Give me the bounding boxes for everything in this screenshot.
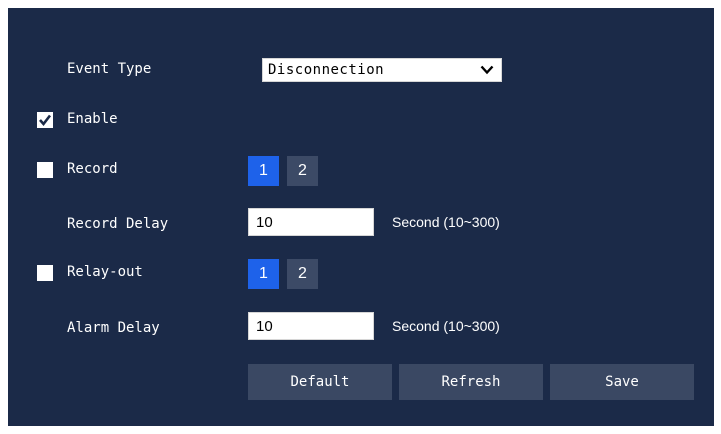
record-delay-label: Record Delay xyxy=(67,216,169,232)
refresh-button[interactable]: Refresh xyxy=(399,364,543,400)
alarm-delay-label: Alarm Delay xyxy=(67,320,160,336)
chevron-down-icon xyxy=(480,65,494,75)
relay-channel-2-button[interactable]: 2 xyxy=(287,259,318,289)
event-type-select[interactable]: Disconnection xyxy=(262,58,502,82)
save-button[interactable]: Save xyxy=(550,364,694,400)
relay-out-checkbox[interactable] xyxy=(37,265,53,281)
alarm-delay-input[interactable] xyxy=(248,312,374,340)
record-channel-1-button[interactable]: 1 xyxy=(248,156,279,186)
event-type-label: Event Type xyxy=(67,61,152,77)
record-label: Record xyxy=(67,161,118,177)
event-type-value: Disconnection xyxy=(268,62,385,78)
relay-channel-1-button[interactable]: 1 xyxy=(248,259,279,289)
enable-label: Enable xyxy=(67,111,118,127)
record-channel-2-button[interactable]: 2 xyxy=(287,156,318,186)
default-button[interactable]: Default xyxy=(248,364,392,400)
record-delay-input[interactable] xyxy=(248,208,374,236)
record-checkbox[interactable] xyxy=(37,162,53,178)
enable-checkbox[interactable] xyxy=(37,112,53,128)
check-icon xyxy=(39,114,52,127)
alarm-delay-unit: Second (10~300) xyxy=(392,318,500,334)
record-delay-unit: Second (10~300) xyxy=(392,214,500,230)
relay-out-label: Relay-out xyxy=(67,264,143,280)
